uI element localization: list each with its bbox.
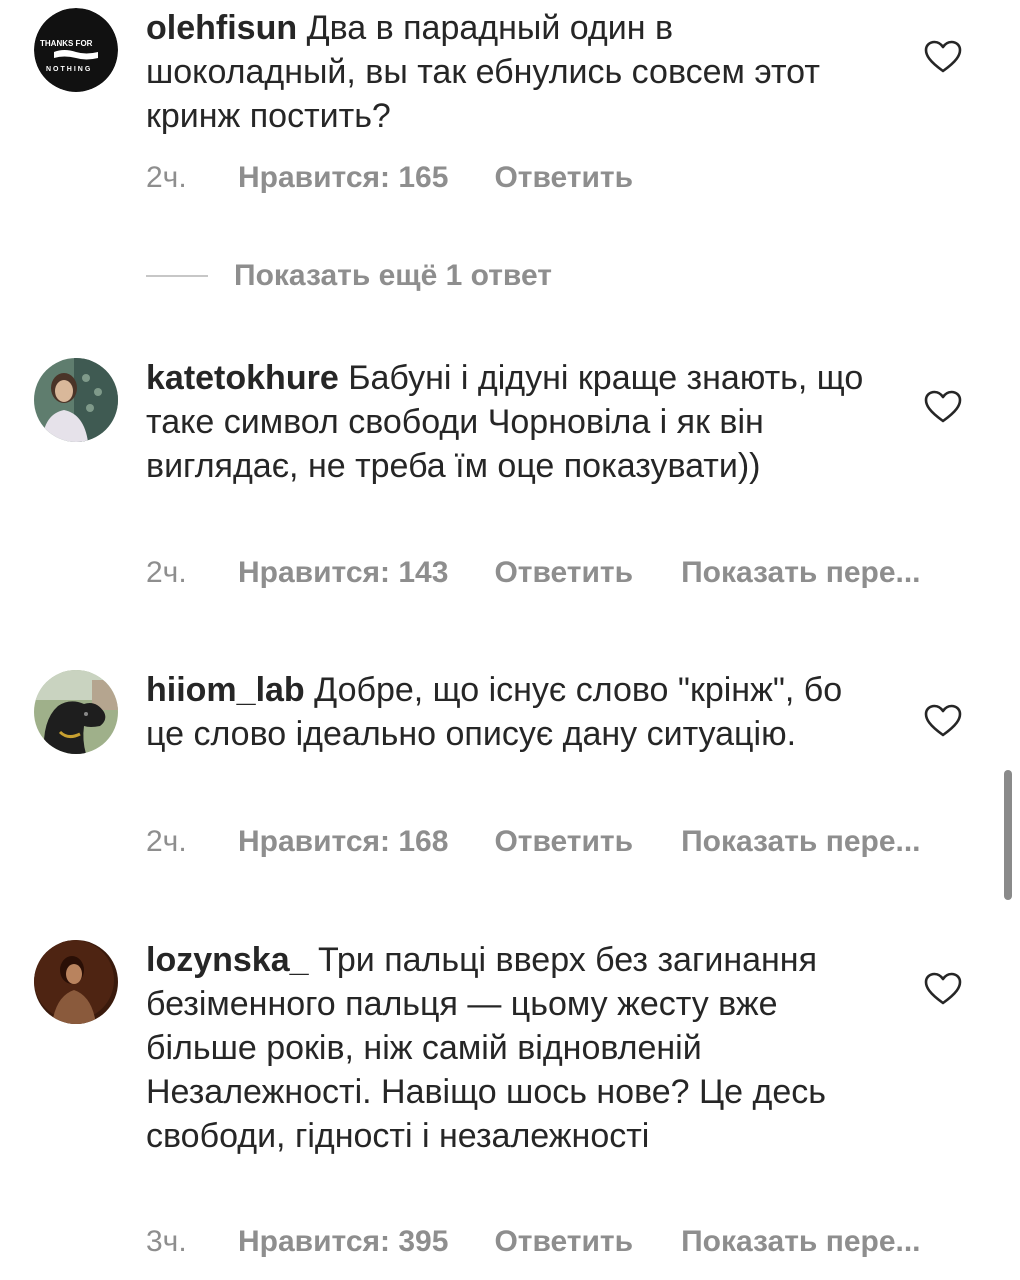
comment-username[interactable]: katetokhure bbox=[146, 359, 339, 397]
comment-username[interactable]: hiiom_lab bbox=[146, 671, 305, 709]
comment-meta: 2ч. Нравится: 143 Ответить Показать пере... bbox=[146, 555, 921, 591]
comment-text: hiiom_lab Добре, що існує слово "крінж",… bbox=[146, 668, 876, 756]
comment-username[interactable]: lozynska_ bbox=[146, 941, 309, 979]
likes-count[interactable]: Нравится: 143 bbox=[238, 555, 448, 591]
comment-time: 3ч. bbox=[146, 1225, 187, 1258]
comment-username[interactable]: olehfisun bbox=[146, 9, 297, 47]
comment-meta: 3ч. Нравится: 395 Ответить Показать пере... bbox=[146, 1224, 921, 1260]
heart-icon[interactable] bbox=[924, 390, 962, 424]
comment-meta: 2ч. Нравится: 168 Ответить Показать пере... bbox=[146, 824, 921, 860]
heart-icon[interactable] bbox=[924, 704, 962, 738]
comment-time: 2ч. bbox=[146, 556, 187, 589]
comment-meta: 2ч. Нравится: 165 Ответить bbox=[146, 160, 633, 196]
heart-icon[interactable] bbox=[924, 40, 962, 74]
avatar-text-bottom: NOTHING bbox=[46, 66, 92, 73]
likes-count[interactable]: Нравится: 165 bbox=[238, 160, 448, 196]
translate-button[interactable]: Показать пере... bbox=[681, 555, 920, 591]
reply-button[interactable]: Ответить bbox=[494, 1224, 633, 1260]
comment-time: 2ч. bbox=[146, 825, 187, 858]
comment-time: 2ч. bbox=[146, 161, 187, 194]
avatar[interactable] bbox=[34, 940, 118, 1024]
comment-text: olehfisun Два в парадный один в шоколадн… bbox=[146, 6, 876, 138]
likes-count[interactable]: Нравится: 395 bbox=[238, 1224, 448, 1260]
avatar[interactable] bbox=[34, 670, 118, 754]
scrollbar[interactable] bbox=[1004, 770, 1012, 900]
reply-button[interactable]: Ответить bbox=[494, 160, 633, 196]
translate-button[interactable]: Показать пере... bbox=[681, 824, 920, 860]
show-more-replies-label[interactable]: Показать ещё 1 ответ bbox=[234, 258, 552, 294]
likes-count[interactable]: Нравится: 168 bbox=[238, 824, 448, 860]
avatar-text-top: THANKS FOR bbox=[40, 39, 93, 48]
reply-button[interactable]: Ответить bbox=[494, 824, 633, 860]
translate-button[interactable]: Показать пере... bbox=[681, 1224, 920, 1260]
replies-divider bbox=[146, 275, 208, 277]
avatar[interactable]: THANKS FOR NOTHING bbox=[34, 8, 118, 92]
avatar[interactable] bbox=[34, 358, 118, 442]
heart-icon[interactable] bbox=[924, 972, 962, 1006]
comment-text: lozynska_ Три пальці вверх без загинання… bbox=[146, 938, 876, 1158]
comment-text: katetokhure Бабуні і дідуні краще знають… bbox=[146, 356, 876, 488]
reply-button[interactable]: Ответить bbox=[494, 555, 633, 591]
